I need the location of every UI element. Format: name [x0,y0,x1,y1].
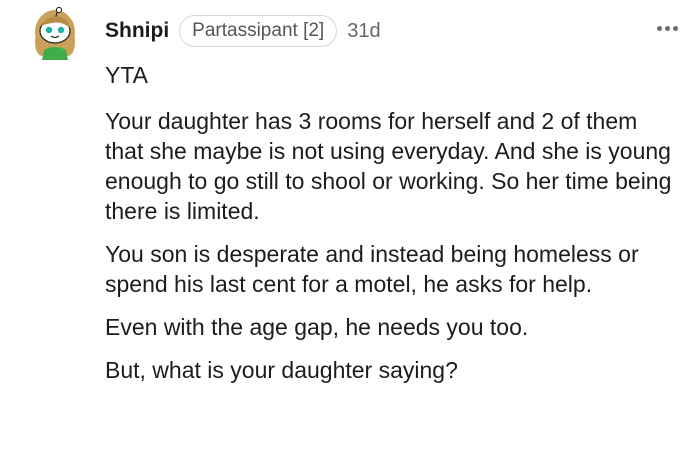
timestamp[interactable]: 31d [347,20,380,43]
user-flair: Partassipant [2] [179,15,338,47]
username[interactable]: Shnipi [105,19,169,43]
avatar[interactable] [30,6,84,60]
snoo-avatar-icon [35,6,75,60]
more-options-icon-dot [664,25,670,31]
comment-paragraph: Your daughter has 3 rooms for herself an… [105,108,672,224]
comment: Shnipi Partassipant [2] 31d YTA Your dau… [0,0,700,449]
more-options-icon-dot [672,25,678,31]
comment-paragraph: Even with the age gap, he needs you too. [105,314,529,340]
comment-paragraph: But, what is your daughter saying? [105,357,458,383]
comment-paragraph: You son is desperate and instead being h… [105,241,639,297]
comment-paragraph: YTA [105,62,149,88]
more-options-button[interactable] [652,16,682,40]
comment-body: YTA Your daughter has 3 rooms for hersel… [105,60,675,398]
more-options-icon-dot [656,25,662,31]
comment-header: Shnipi Partassipant [2] 31d [105,14,381,48]
